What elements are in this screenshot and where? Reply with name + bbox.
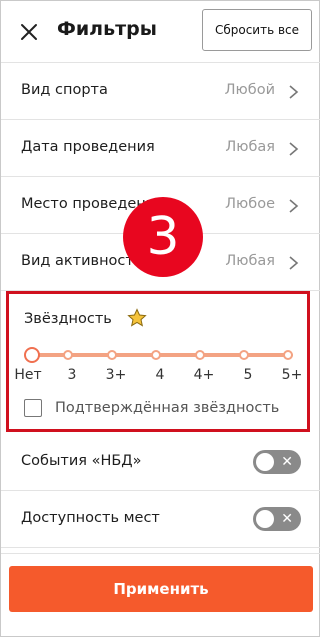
reset-all-button[interactable]: Сбросить все <box>202 9 312 51</box>
slider-label: 4+ <box>193 367 215 383</box>
filter-value: Любой <box>224 82 275 98</box>
slider-label: 4 <box>155 367 165 383</box>
slider-thumb[interactable] <box>24 347 40 363</box>
verified-stars-option[interactable]: Подтверждённая звёздность <box>24 398 279 418</box>
toggle-label: События «НБД» <box>21 453 142 469</box>
chevron-right-icon <box>289 199 299 213</box>
apply-button[interactable]: Применить <box>9 566 313 612</box>
close-icon <box>21 24 37 40</box>
filter-value: Любая <box>225 253 275 269</box>
filters-panel: Фильтры Сбросить все Вид спорта Любой Да… <box>0 0 320 637</box>
filter-date[interactable]: Дата проведения Любая <box>1 120 320 177</box>
filter-sport[interactable]: Вид спорта Любой <box>1 63 320 120</box>
filter-label: Дата проведения <box>21 139 155 155</box>
filter-label: Вид активности <box>21 253 144 269</box>
slider-tick[interactable] <box>283 350 293 360</box>
close-icon: ✕ <box>281 511 293 527</box>
nbd-toggle[interactable]: ✕ <box>253 450 301 474</box>
toggle-row-nbd: События «НБД» ✕ <box>1 434 320 491</box>
toggle-row-availability: Доступность мест ✕ <box>1 491 320 548</box>
footer-divider <box>1 553 320 554</box>
stars-slider[interactable] <box>24 347 296 363</box>
header: Фильтры Сбросить все <box>1 1 320 63</box>
chevron-right-icon <box>289 85 299 99</box>
toggle-label: Доступность мест <box>21 510 160 526</box>
toggle-knob <box>256 510 274 528</box>
verified-stars-label: Подтверждённая звёздность <box>55 400 280 416</box>
toggle-knob <box>256 453 274 471</box>
close-icon: ✕ <box>281 454 293 470</box>
availability-toggle[interactable]: ✕ <box>253 507 301 531</box>
verified-stars-checkbox[interactable] <box>24 399 42 417</box>
slider-label: Нет <box>14 367 42 383</box>
slider-tick[interactable] <box>107 350 117 360</box>
slider-label: 3+ <box>105 367 127 383</box>
slider-tick[interactable] <box>195 350 205 360</box>
chevron-right-icon <box>289 142 299 156</box>
slider-tick[interactable] <box>239 350 249 360</box>
step-number-badge: 3 <box>123 197 203 277</box>
stars-filter-highlight: Звёздность Нет 3 3+ 4 4+ 5 5+ Подтверждё… <box>6 291 310 432</box>
slider-tick[interactable] <box>151 350 161 360</box>
page-title: Фильтры <box>57 18 157 40</box>
star-icon <box>127 308 147 327</box>
chevron-right-icon <box>289 256 299 270</box>
stars-title: Звёздность <box>24 311 112 327</box>
slider-label: 5+ <box>281 367 303 383</box>
close-button[interactable] <box>15 18 43 46</box>
slider-label: 3 <box>67 367 77 383</box>
filter-value: Любая <box>225 139 275 155</box>
filter-label: Вид спорта <box>21 82 108 98</box>
filter-value: Любое <box>225 196 275 212</box>
slider-tick[interactable] <box>63 350 73 360</box>
slider-label: 5 <box>243 367 253 383</box>
